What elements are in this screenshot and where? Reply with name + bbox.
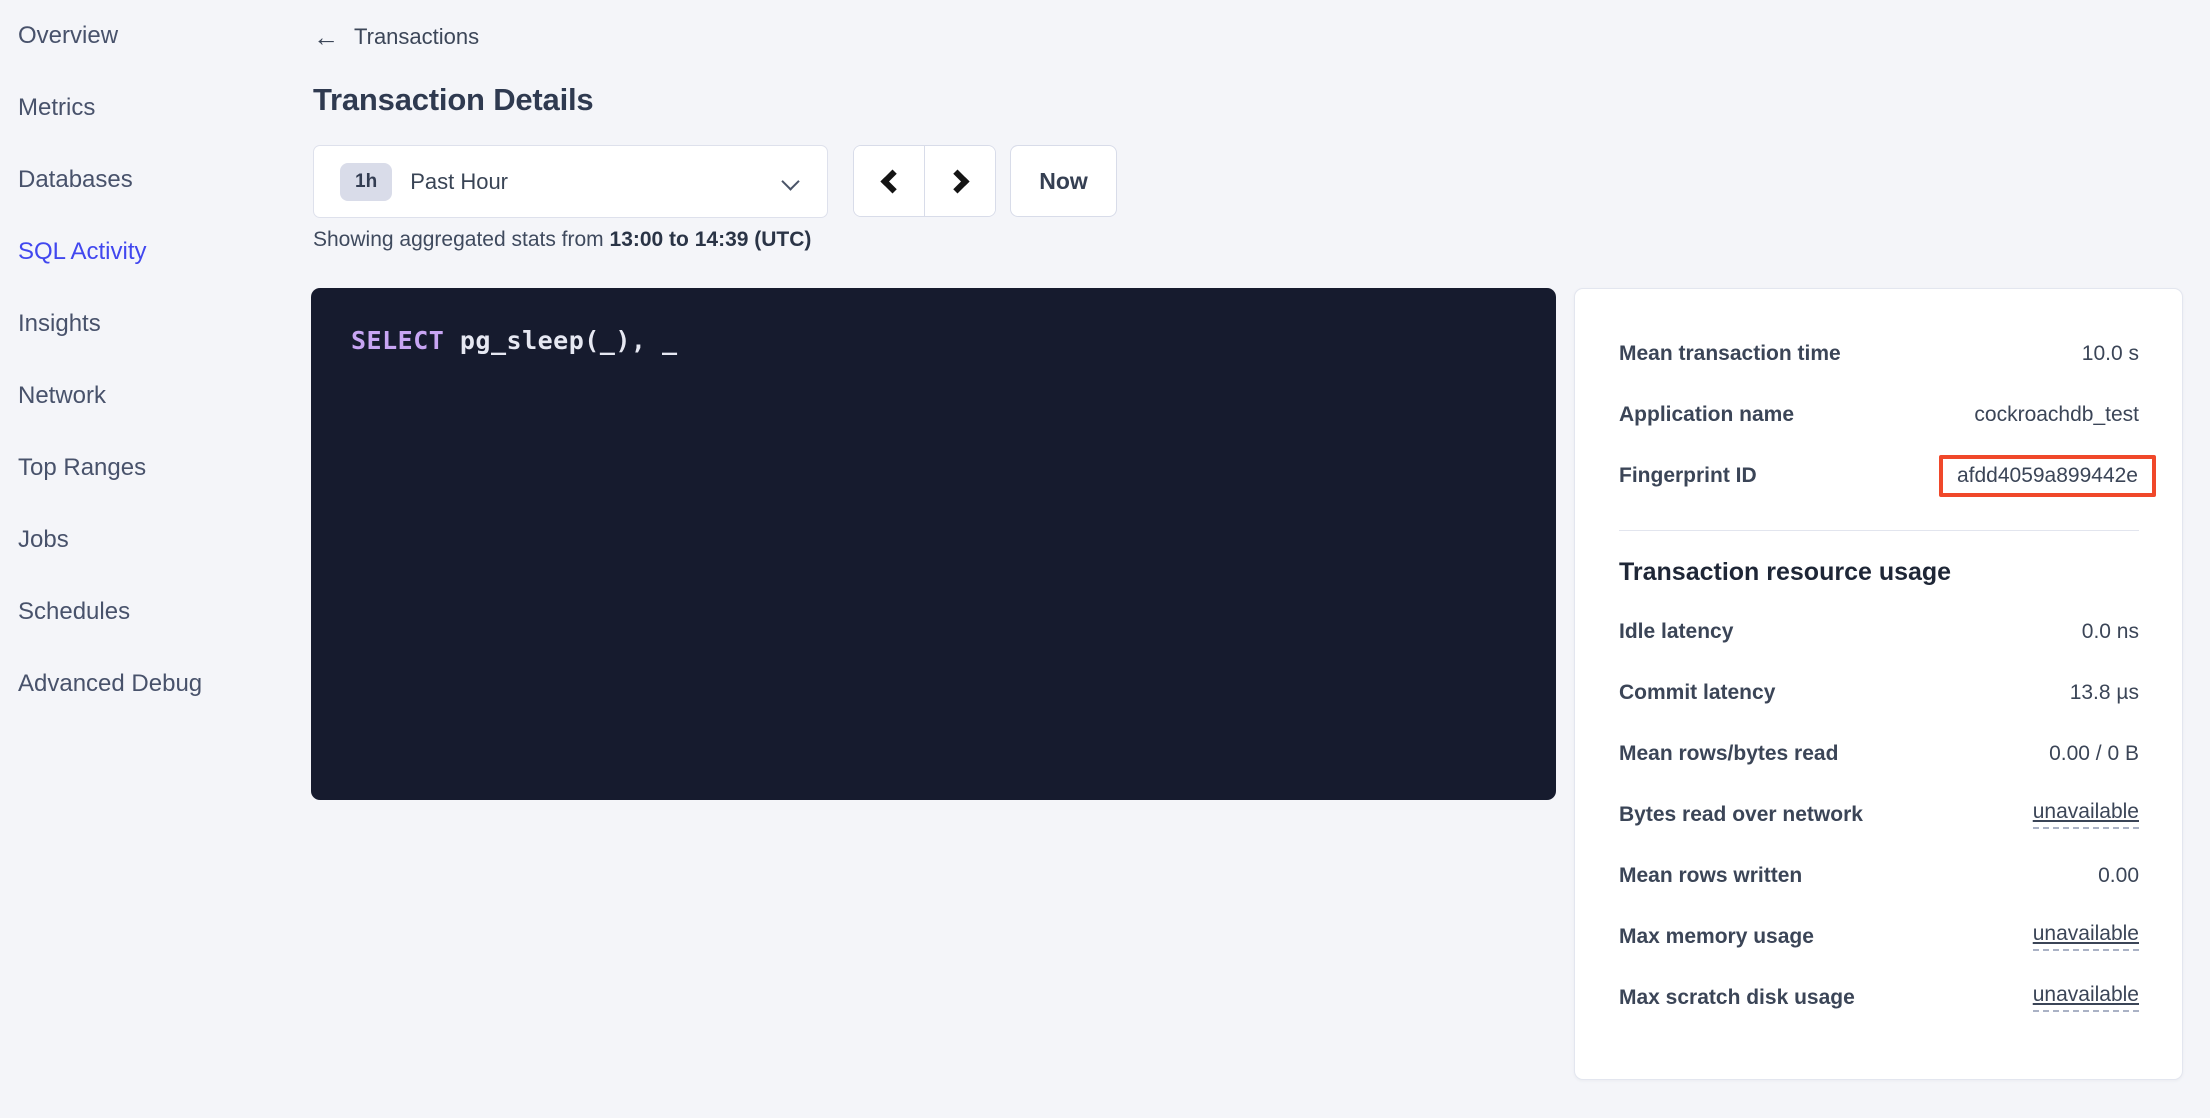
time-range-dropdown[interactable]: 1h Past Hour xyxy=(313,145,828,218)
detail-label: Commit latency xyxy=(1619,681,1775,705)
mean-transaction-time-row: Mean transaction time 10.0 s xyxy=(1619,323,2139,384)
detail-value: cockroachdb_test xyxy=(1974,403,2139,427)
mean-rows-written-row: Mean rows written 0.00 xyxy=(1619,845,2139,906)
commit-latency-row: Commit latency 13.8 µs xyxy=(1619,662,2139,723)
chevron-down-icon xyxy=(781,172,799,190)
aggregated-stats-summary: Showing aggregated stats from 13:00 to 1… xyxy=(313,228,811,252)
detail-label: Bytes read over network xyxy=(1619,803,1863,827)
sql-statement-box: SELECT pg_sleep(_), _ xyxy=(311,288,1556,800)
detail-label: Mean transaction time xyxy=(1619,342,1841,366)
stats-summary-prefix: Showing aggregated stats from xyxy=(313,228,610,251)
sidebar-item-schedules[interactable]: Schedules xyxy=(0,576,310,648)
max-scratch-disk-usage-row: Max scratch disk usage unavailable xyxy=(1619,967,2139,1028)
interval-badge: 1h xyxy=(340,163,392,201)
resource-usage-heading: Transaction resource usage xyxy=(1619,543,2139,601)
previous-range-button[interactable] xyxy=(854,146,924,216)
detail-value: 0.00 xyxy=(2098,864,2139,888)
time-controls: 1h Past Hour Now xyxy=(313,145,1117,218)
sidebar-item-top-ranges[interactable]: Top Ranges xyxy=(0,432,310,504)
sql-keyword: SELECT xyxy=(351,326,444,355)
unavailable-value-tooltip[interactable]: unavailable xyxy=(2033,800,2139,829)
page-title: Transaction Details xyxy=(313,82,593,118)
unavailable-value-tooltip[interactable]: unavailable xyxy=(2033,922,2139,951)
mean-rows-bytes-read-row: Mean rows/bytes read 0.00 / 0 B xyxy=(1619,723,2139,784)
now-button[interactable]: Now xyxy=(1010,145,1117,217)
time-range-step-buttons xyxy=(853,145,996,217)
sidebar-item-overview[interactable]: Overview xyxy=(0,0,310,72)
stats-summary-range: 13:00 to 14:39 (UTC) xyxy=(610,228,812,251)
detail-label: Mean rows written xyxy=(1619,864,1802,888)
detail-label: Mean rows/bytes read xyxy=(1619,742,1838,766)
detail-value: 10.0 s xyxy=(2082,342,2139,366)
detail-value: 0.0 ns xyxy=(2082,620,2139,644)
fingerprint-id-value: afdd4059a899442e xyxy=(1957,464,2138,487)
next-range-button[interactable] xyxy=(924,146,995,216)
sidebar-item-databases[interactable]: Databases xyxy=(0,144,310,216)
detail-label: Application name xyxy=(1619,403,1794,427)
sql-statement-text: SELECT pg_sleep(_), _ xyxy=(351,326,1516,355)
application-name-row: Application name cockroachdb_test xyxy=(1619,384,2139,445)
max-memory-usage-row: Max memory usage unavailable xyxy=(1619,906,2139,967)
chevron-left-icon xyxy=(880,169,904,193)
detail-label: Fingerprint ID xyxy=(1619,464,1757,488)
sidebar-item-insights[interactable]: Insights xyxy=(0,288,310,360)
sidebar-item-advanced-debug[interactable]: Advanced Debug xyxy=(0,648,310,720)
card-divider xyxy=(1619,530,2139,531)
time-range-selected-label: Past Hour xyxy=(410,169,508,195)
sidebar-item-jobs[interactable]: Jobs xyxy=(0,504,310,576)
sidebar-item-sql-activity[interactable]: SQL Activity xyxy=(0,216,310,288)
detail-value: 0.00 / 0 B xyxy=(2049,742,2139,766)
detail-label: Max memory usage xyxy=(1619,925,1814,949)
back-link-label: Transactions xyxy=(354,24,479,50)
back-to-transactions-link[interactable]: ← Transactions xyxy=(313,24,479,50)
sidebar-item-network[interactable]: Network xyxy=(0,360,310,432)
fingerprint-id-row: Fingerprint ID afdd4059a899442e xyxy=(1619,445,2139,506)
idle-latency-row: Idle latency 0.0 ns xyxy=(1619,601,2139,662)
back-arrow-icon: ← xyxy=(313,24,339,50)
detail-label: Max scratch disk usage xyxy=(1619,986,1855,1010)
unavailable-value-tooltip[interactable]: unavailable xyxy=(2033,983,2139,1012)
sidebar-item-metrics[interactable]: Metrics xyxy=(0,72,310,144)
detail-value: 13.8 µs xyxy=(2070,681,2139,705)
detail-label: Idle latency xyxy=(1619,620,1733,644)
bytes-read-over-network-row: Bytes read over network unavailable xyxy=(1619,784,2139,845)
sql-statement-rest: pg_sleep(_), _ xyxy=(444,326,677,355)
transaction-details-card: Mean transaction time 10.0 s Application… xyxy=(1574,288,2183,1080)
chevron-right-icon xyxy=(945,169,969,193)
annotation-highlight-box: afdd4059a899442e xyxy=(1939,455,2156,497)
sidebar: Overview Metrics Databases SQL Activity … xyxy=(0,0,310,720)
